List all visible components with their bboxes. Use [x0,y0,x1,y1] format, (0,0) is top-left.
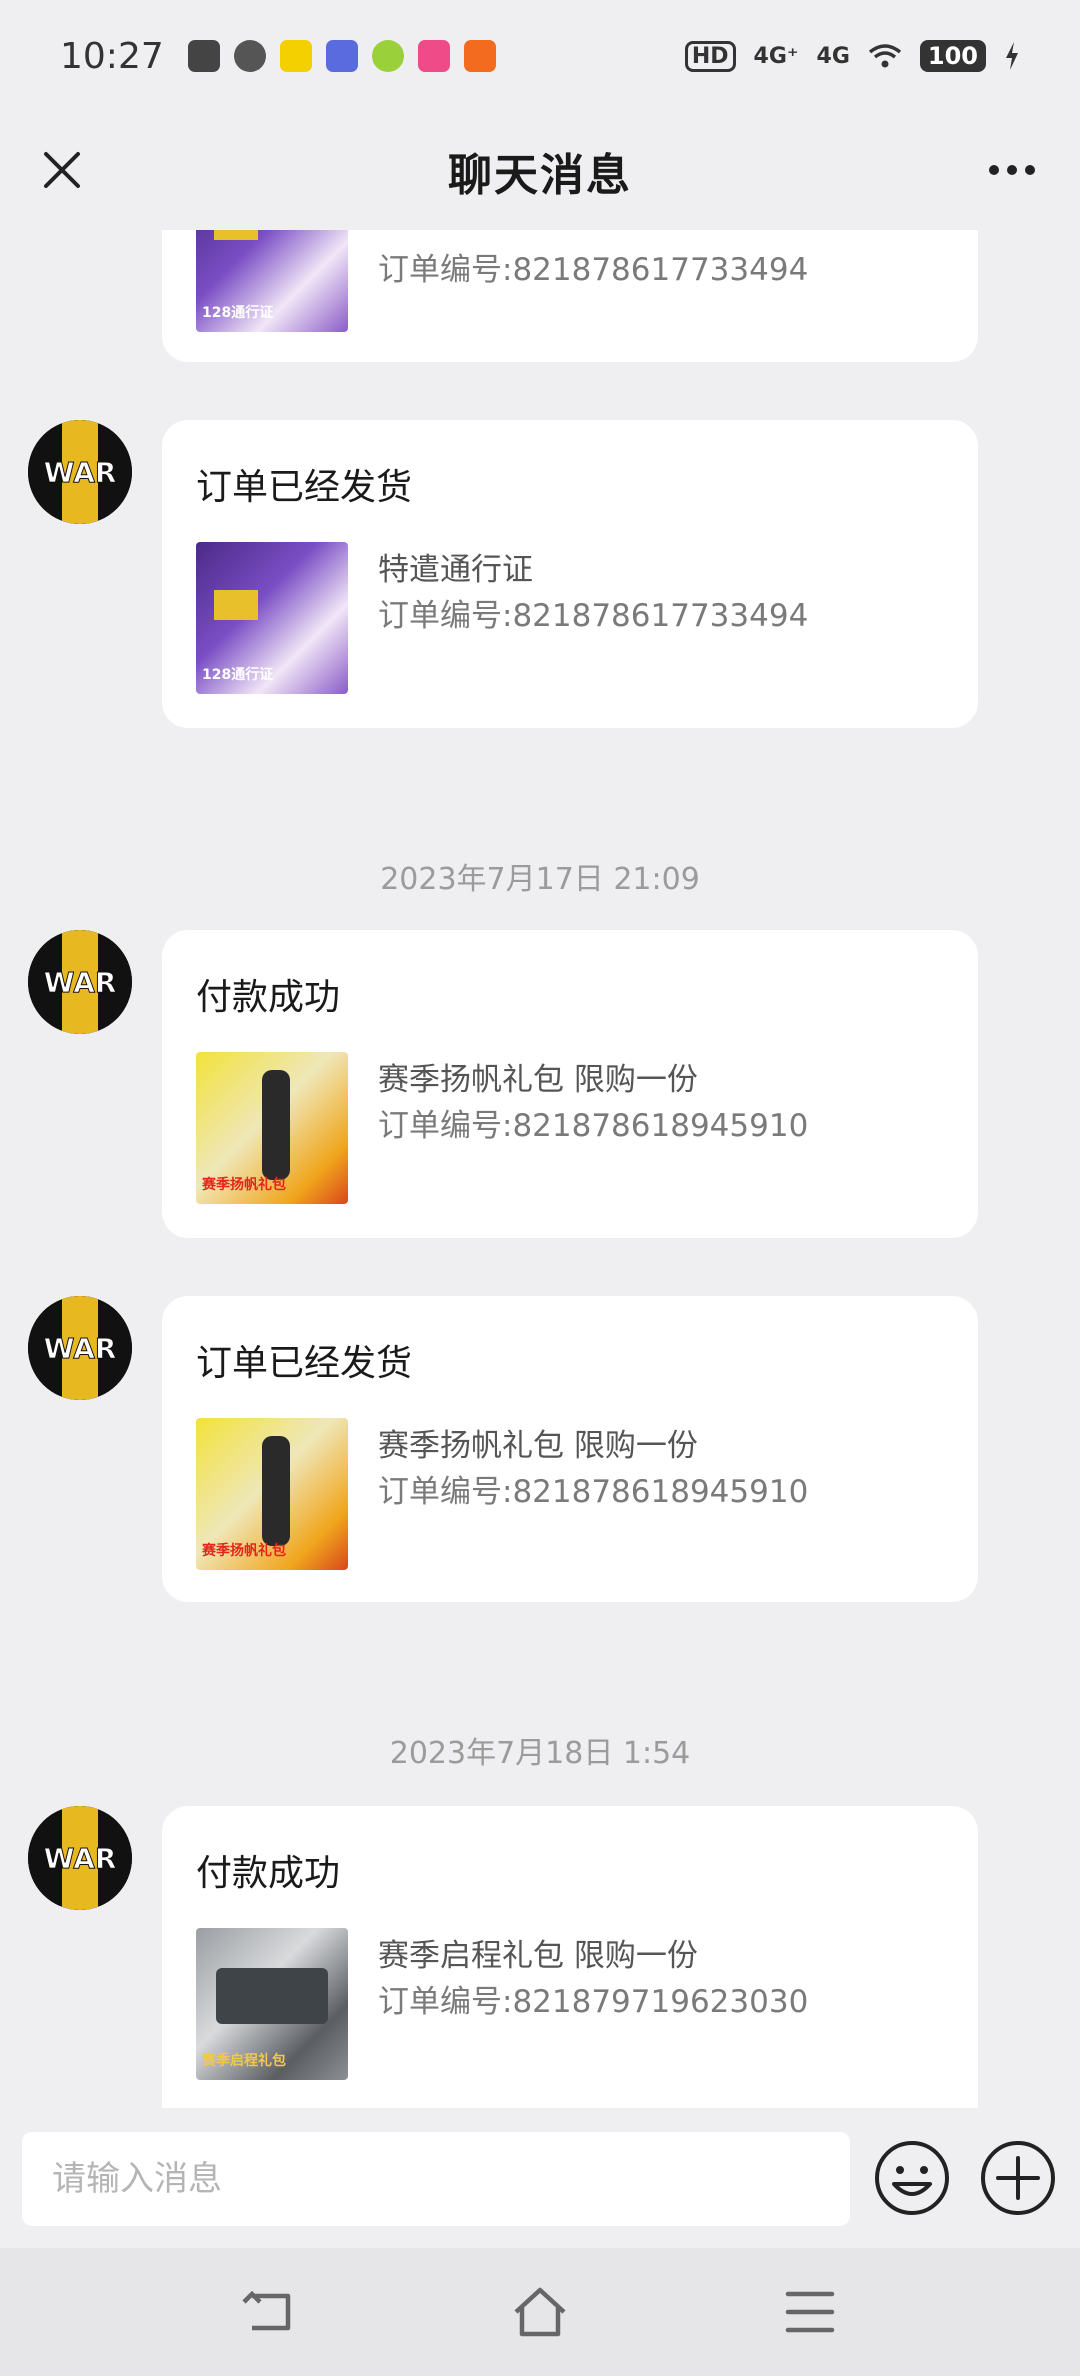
add-attachment-button[interactable] [978,2138,1058,2218]
system-back-button[interactable] [240,2282,300,2342]
thumbnail-ticket [214,230,258,240]
avatar[interactable]: WAR [28,1296,132,1400]
thumbnail-vehicle [216,1968,328,2024]
more-icon-dot [1007,165,1017,175]
order-number: 订单编号:821879719623030 [378,1984,809,2020]
avatar[interactable]: WAR [28,1806,132,1910]
more-button[interactable] [980,138,1044,202]
battery-indicator: 100 [919,40,986,72]
war-logo: WAR [28,1806,132,1910]
avatar[interactable]: WAR [28,930,132,1034]
video-app-icon [187,40,220,72]
order-number: 订单编号:821878618945910 [378,1108,809,1144]
war-logo: WAR [28,1296,132,1400]
more-icon [989,165,999,175]
emoji-button[interactable] [872,2138,952,2218]
order-number: 订单编号:821878618945910 [378,1474,809,1510]
order-card[interactable]: 付款成功 赛季扬帆礼包 赛季扬帆礼包 限购一份 订单编号:82187861894… [162,930,978,1238]
thumbnail-figure [262,1070,290,1180]
product-thumbnail: 128通行证 [196,542,348,694]
status-bar: 10:27 HD 4G⁺ 4G 100 [0,0,1080,112]
product-name: 赛季扬帆礼包 限购一份 [378,1062,698,1098]
thumbnail-label: 赛季启程礼包 [202,2053,286,2069]
page-title: 聊天消息 [448,150,632,201]
system-home-button[interactable] [510,2282,570,2342]
product-name: 赛季启程礼包 限购一份 [378,1938,698,1974]
timestamp: 2023年7月17日 21:09 [380,862,700,897]
war-logo: WAR [28,420,132,524]
order-card[interactable]: 订单已经发货 128通行证 特遣通行证 订单编号:821878617733494 [162,420,978,728]
order-card[interactable]: 订单已经发货 赛季扬帆礼包 赛季扬帆礼包 限购一份 订单编号:821878618… [162,1296,978,1602]
title-bar: 聊天消息 [0,112,1080,230]
chat-list[interactable]: 128通行证 订单编号:821878617733494 WAR 订单已经发货 1… [0,230,1080,2108]
message-title: 订单已经发货 [196,467,413,508]
close-button[interactable] [30,138,94,202]
avatar[interactable]: WAR [28,420,132,524]
status-app-icons [187,40,496,72]
svg-text:WAR: WAR [44,456,117,489]
svg-text:WAR: WAR [44,966,117,999]
thumbnail-label: 128通行证 [202,305,274,321]
network1-label: 4G⁺ [753,43,799,69]
product-name: 特遣通行证 [378,552,533,588]
thumbnail-ticket [214,590,258,620]
order-number: 订单编号:821878617733494 [378,598,809,634]
system-navigation-bar [0,2248,1080,2376]
thumbnail-label: 赛季扬帆礼包 [202,1177,286,1193]
hd-badge: HD [684,40,736,72]
plus-icon [981,2141,1055,2215]
product-thumbnail: 128通行证 [196,230,348,332]
orange-app-icon [463,40,496,72]
war-logo: WAR [28,930,132,1034]
product-thumbnail: 赛季启程礼包 [196,1928,348,2080]
play-app-icon [233,40,266,72]
timestamp: 2023年7月18日 1:54 [389,1736,691,1771]
close-icon [44,152,80,188]
order-card[interactable]: 付款成功 赛季启程礼包 赛季启程礼包 限购一份 订单编号:82187971962… [162,1806,978,2108]
order-card[interactable]: 128通行证 订单编号:821878617733494 [162,230,978,362]
charging-icon [1006,42,1018,70]
svg-text:WAR: WAR [44,1332,117,1365]
message-input-bar [0,2108,1080,2248]
network2-label: 4G [816,43,850,69]
lemon-app-icon [371,40,404,72]
status-indicators: HD 4G⁺ 4G 100 [684,40,1020,72]
thumbnail-label: 128通行证 [202,667,274,683]
doc-app-icon [325,40,358,72]
message-input[interactable] [22,2132,850,2226]
emoji-icon [875,2141,949,2215]
news-app-icon [279,40,312,72]
message-title: 付款成功 [196,977,341,1018]
order-number: 订单编号:821878617733494 [378,252,809,288]
menu-icon [785,2291,835,2333]
home-icon [514,2287,566,2337]
message-title: 付款成功 [196,1853,341,1894]
more-icon-dot [1025,165,1035,175]
pink-app-icon [417,40,450,72]
product-thumbnail: 赛季扬帆礼包 [196,1418,348,1570]
thumbnail-figure [262,1436,290,1546]
thumbnail-label: 赛季扬帆礼包 [202,1543,286,1559]
status-time: 10:27 [60,35,164,77]
wifi-icon [868,44,901,68]
message-title: 订单已经发货 [196,1343,413,1384]
product-name: 赛季扬帆礼包 限购一份 [378,1428,698,1464]
back-icon [242,2290,291,2331]
product-thumbnail: 赛季扬帆礼包 [196,1052,348,1204]
system-menu-button[interactable] [780,2282,840,2342]
svg-text:WAR: WAR [44,1842,117,1875]
